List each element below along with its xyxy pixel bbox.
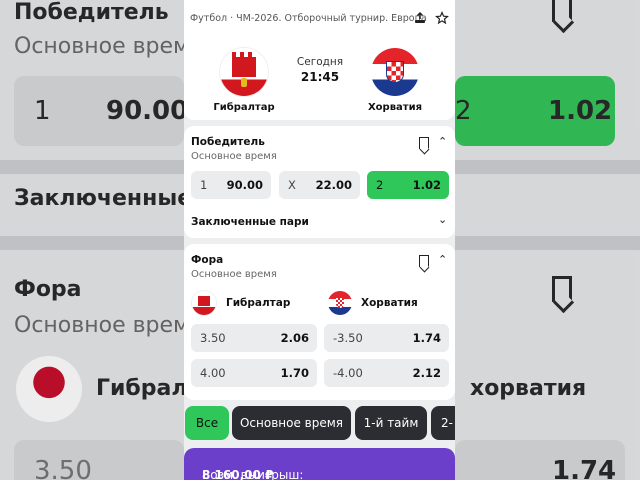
share-icon[interactable] — [412, 10, 428, 26]
fora-home-team: Гибралтар — [226, 297, 291, 309]
home-team[interactable]: Гибралтар — [199, 48, 289, 113]
croatia-flag-icon — [328, 291, 352, 315]
winner-title: Победитель — [191, 136, 265, 148]
away-team-name: Хорватия — [367, 102, 423, 113]
filter-chip-first-half[interactable]: 1-й тайм — [355, 406, 427, 440]
potential-win-bar[interactable]: Возм. выигрыш: 8 160,00 ₽ — [184, 448, 455, 480]
fora-subtitle: Основное время — [191, 269, 277, 280]
fora-odd-away[interactable]: -4.00 2.12 — [324, 359, 449, 387]
fora-line: 4.00 — [200, 366, 226, 380]
event-sheet: Футбол · ЧМ-2026. Отборочный турнир. Евр… — [184, 0, 455, 480]
bookmark-icon[interactable] — [419, 137, 429, 149]
match-time: Сегодня 21:45 — [284, 56, 356, 84]
gibraltar-flag-icon — [192, 291, 216, 315]
fora-odd-home[interactable]: 3.50 2.06 — [191, 324, 317, 352]
odd-label: X — [288, 178, 296, 192]
market-filter-bar: Все Основное время 1-й тайм 2- — [184, 406, 455, 442]
breadcrumb: Футбол · ЧМ-2026. Отборочный турнир. Евр… — [190, 13, 427, 24]
potential-win-amount: 8 160,00 ₽ — [202, 468, 274, 480]
odd-draw[interactable]: X 22.00 — [279, 171, 360, 199]
chevron-up-icon[interactable]: ⌃ — [438, 254, 447, 266]
fora-line: 3.50 — [200, 331, 226, 345]
odd-value: 90.00 — [226, 178, 263, 192]
fora-value: 1.74 — [412, 331, 441, 345]
parlays-row-label[interactable]: Заключенные пари — [191, 216, 309, 228]
odd-label: 1 — [200, 178, 208, 192]
fora-title: Фора — [191, 254, 224, 266]
match-day: Сегодня — [296, 56, 344, 68]
winner-subtitle: Основное время — [191, 151, 277, 162]
odd-value: 22.00 — [315, 178, 352, 192]
fora-line: -4.00 — [333, 366, 363, 380]
odd-label: 2 — [376, 178, 384, 192]
filter-chip-all[interactable]: Все — [185, 406, 229, 440]
winner-market-card: Победитель Основное время ⌃ 1 90.00 X 22… — [184, 126, 455, 238]
filter-chip-second-half[interactable]: 2- — [431, 406, 455, 440]
fora-value: 2.06 — [280, 331, 309, 345]
odd-home-win[interactable]: 1 90.00 — [191, 171, 271, 199]
away-team[interactable]: Хорватия — [350, 48, 440, 113]
fora-value: 2.12 — [412, 366, 441, 380]
odd-away-win[interactable]: 2 1.02 — [367, 171, 449, 199]
filter-chip-main-time[interactable]: Основное время — [232, 406, 351, 440]
odd-value: 1.02 — [412, 178, 441, 192]
star-icon[interactable] — [434, 10, 450, 26]
match-header-card: Футбол · ЧМ-2026. Отборочный турнир. Евр… — [184, 0, 455, 120]
croatia-flag-icon — [371, 48, 419, 96]
chevron-down-icon[interactable]: ⌄ — [438, 214, 447, 226]
home-team-name: Гибралтар — [213, 102, 275, 113]
fora-line: -3.50 — [333, 331, 363, 345]
match-hour: 21:45 — [300, 70, 340, 84]
bookmark-icon[interactable] — [419, 255, 429, 267]
chevron-up-icon[interactable]: ⌃ — [438, 136, 447, 148]
fora-value: 1.70 — [280, 366, 309, 380]
gibraltar-flag-icon — [220, 48, 268, 96]
fora-odd-home[interactable]: 4.00 1.70 — [191, 359, 317, 387]
fora-away-team: Хорватия — [361, 297, 418, 309]
fora-odd-away[interactable]: -3.50 1.74 — [324, 324, 449, 352]
